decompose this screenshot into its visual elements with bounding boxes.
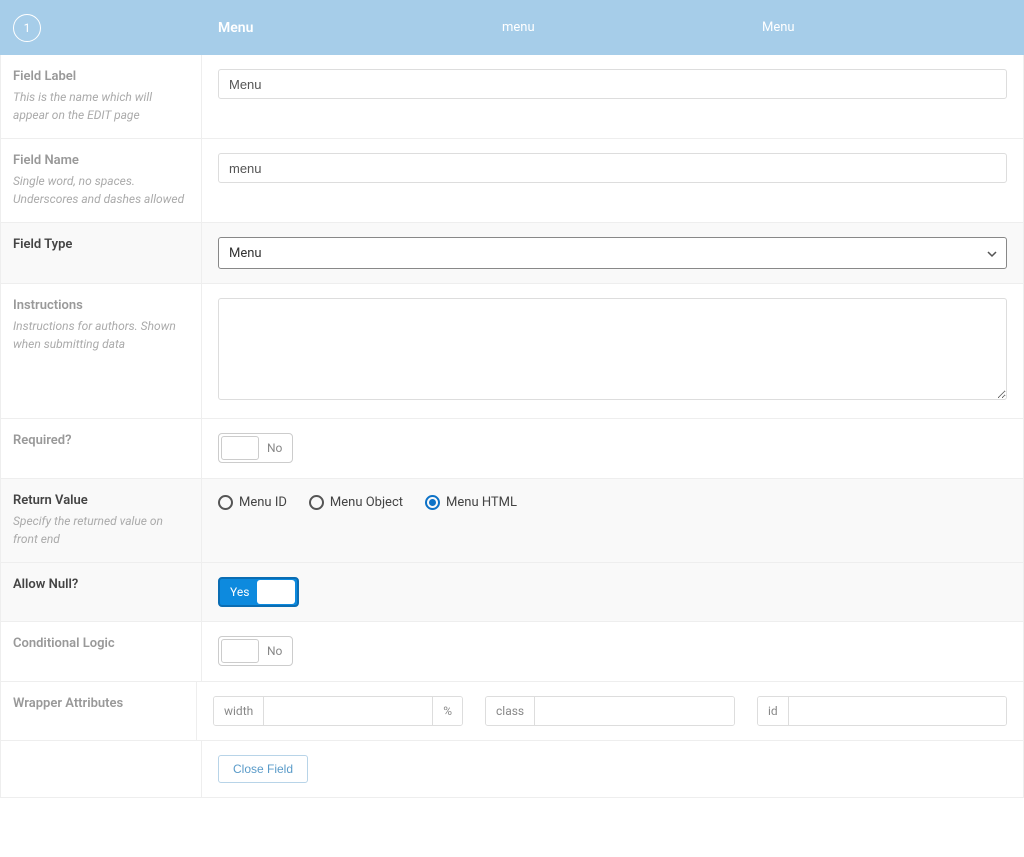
input-cell: Menu ID Menu Object Menu HTML: [202, 479, 1023, 562]
chevron-down-icon: [986, 248, 996, 258]
wrapper-width-label: width: [214, 697, 264, 725]
allow-null-state: Yes: [222, 585, 257, 599]
field-name-hint: Single word, no spaces. Underscores and …: [13, 172, 189, 208]
input-cell: No: [202, 622, 1023, 681]
field-label-title: Field Label: [13, 69, 189, 84]
label-cell: Wrapper Attributes: [1, 682, 197, 740]
required-title: Required?: [13, 433, 189, 448]
field-name-input[interactable]: [218, 153, 1007, 183]
row-conditional-logic: Conditional Logic No: [0, 622, 1024, 682]
wrapper-class-label: class: [486, 697, 535, 725]
row-field-name: Field Name Single word, no spaces. Under…: [0, 139, 1024, 223]
label-cell: Instructions Instructions for authors. S…: [1, 284, 202, 418]
label-cell: Allow Null?: [1, 563, 202, 621]
toggle-knob: [221, 639, 259, 663]
field-type-select[interactable]: Menu: [218, 237, 1007, 269]
label-cell: Field Type: [1, 223, 202, 283]
conditional-logic-toggle[interactable]: No: [218, 636, 293, 666]
instructions-hint: Instructions for authors. Shown when sub…: [13, 317, 189, 353]
instructions-title: Instructions: [13, 298, 189, 313]
required-state: No: [259, 441, 290, 455]
wrapper-width-input[interactable]: [264, 697, 432, 725]
return-value-radios: Menu ID Menu Object Menu HTML: [218, 493, 1007, 510]
close-field-button[interactable]: Close Field: [218, 755, 308, 783]
toggle-knob: [257, 580, 295, 604]
wrapper-id-group: id: [757, 696, 1007, 726]
row-return-value: Return Value Specify the returned value …: [0, 479, 1024, 563]
header-type: Menu: [762, 20, 1023, 35]
radio-menu-id[interactable]: Menu ID: [218, 495, 287, 510]
label-cell: Field Name Single word, no spaces. Under…: [1, 139, 202, 222]
order-cell: 1: [1, 14, 202, 42]
input-cell: Yes: [202, 563, 1023, 621]
row-field-label: Field Label This is the name which will …: [0, 55, 1024, 139]
radio-label: Menu HTML: [446, 495, 517, 510]
input-cell: Menu: [202, 223, 1023, 283]
row-close: Close Field: [0, 741, 1024, 798]
row-allow-null: Allow Null? Yes: [0, 563, 1024, 622]
wrapper-title: Wrapper Attributes: [13, 696, 184, 711]
wrapper-width-group: width %: [213, 696, 463, 726]
wrapper-id-input[interactable]: [789, 697, 1006, 725]
radio-icon: [309, 495, 324, 510]
label-cell: Required?: [1, 419, 202, 478]
radio-menu-html[interactable]: Menu HTML: [425, 495, 517, 510]
input-cell: [202, 139, 1023, 222]
radio-icon: [218, 495, 233, 510]
return-value-title: Return Value: [13, 493, 189, 508]
wrapper-class-input[interactable]: [535, 697, 734, 725]
row-required: Required? No: [0, 419, 1024, 479]
wrapper-class-group: class: [485, 696, 735, 726]
header-label[interactable]: Menu: [202, 20, 502, 36]
wrapper-inputs: width % class id: [213, 696, 1007, 726]
allow-null-toggle[interactable]: Yes: [218, 577, 299, 607]
required-toggle[interactable]: No: [218, 433, 293, 463]
order-number: 1: [24, 21, 31, 35]
label-cell: Return Value Specify the returned value …: [1, 479, 202, 562]
input-cell: No: [202, 419, 1023, 478]
return-value-hint: Specify the returned value on front end: [13, 512, 189, 548]
radio-icon-selected: [425, 495, 440, 510]
allow-null-title: Allow Null?: [13, 577, 189, 592]
input-cell: [202, 55, 1023, 138]
toggle-knob: [221, 436, 259, 460]
field-label-input[interactable]: [218, 69, 1007, 99]
field-type-value: Menu: [229, 246, 262, 261]
input-cell: [202, 284, 1023, 418]
radio-label: Menu Object: [330, 495, 403, 510]
instructions-input[interactable]: [218, 298, 1007, 400]
input-cell: Close Field: [202, 741, 1023, 797]
row-wrapper-attributes: Wrapper Attributes width % class id: [0, 682, 1024, 741]
field-label-hint: This is the name which will appear on th…: [13, 88, 189, 124]
radio-menu-object[interactable]: Menu Object: [309, 495, 403, 510]
label-cell: Conditional Logic: [1, 622, 202, 681]
order-badge: 1: [13, 14, 41, 42]
wrapper-width-suffix: %: [432, 697, 462, 725]
conditional-logic-title: Conditional Logic: [13, 636, 189, 651]
row-field-type: Field Type Menu: [0, 223, 1024, 284]
field-name-title: Field Name: [13, 153, 189, 168]
radio-label: Menu ID: [239, 495, 287, 510]
header-name: menu: [502, 20, 762, 35]
field-header[interactable]: 1 Menu menu Menu: [0, 0, 1024, 55]
input-cell: width % class id: [197, 682, 1023, 740]
wrapper-id-label: id: [758, 697, 789, 725]
label-cell: [1, 741, 202, 797]
label-cell: Field Label This is the name which will …: [1, 55, 202, 138]
row-instructions: Instructions Instructions for authors. S…: [0, 284, 1024, 419]
field-type-title: Field Type: [13, 237, 189, 252]
conditional-logic-state: No: [259, 644, 290, 658]
